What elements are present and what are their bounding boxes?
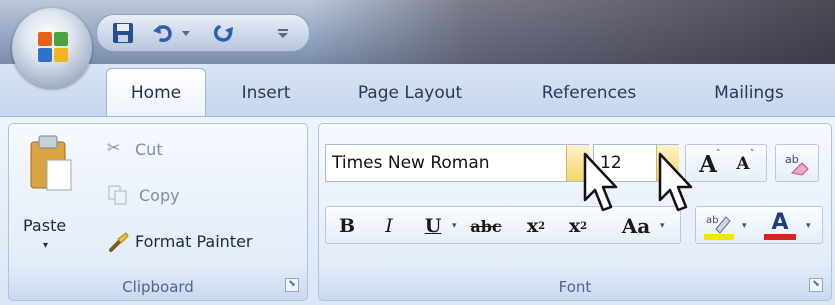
mouse-pointer-icon-2: [658, 152, 693, 212]
font-color-label: A: [771, 209, 789, 235]
ribbon-tab-row: Home Insert Page Layout References Maili…: [0, 64, 835, 117]
font-group: Times New Roman 12 A ˄ A ˅ ab B I U ▾ ab…: [318, 123, 832, 301]
subscript-button[interactable]: x2: [522, 211, 550, 241]
shrink-caret-icon: ˅: [750, 149, 755, 159]
bold-button[interactable]: B: [334, 211, 360, 241]
quick-access-toolbar: [96, 14, 310, 52]
tab-references[interactable]: References: [514, 76, 664, 110]
underline-dropdown-icon[interactable]: ▾: [452, 221, 457, 231]
paste-dropdown-icon[interactable]: ▾: [43, 240, 48, 251]
tab-page-layout[interactable]: Page Layout: [336, 76, 484, 110]
paste-icon: [30, 135, 72, 191]
redo-icon[interactable]: [209, 20, 237, 46]
strikethrough-button[interactable]: abc: [468, 211, 504, 241]
change-case-dropdown-icon[interactable]: ▾: [660, 221, 665, 231]
format-painter-label: Format Painter: [135, 232, 253, 251]
undo-icon[interactable]: [149, 20, 177, 46]
mouse-pointer-icon: [583, 152, 618, 212]
font-name-value: Times New Roman: [332, 153, 490, 173]
font-name-combo[interactable]: Times New Roman: [325, 144, 589, 182]
font-group-label: Font: [558, 278, 592, 296]
copy-button[interactable]: Copy: [107, 182, 227, 210]
office-logo-icon: [38, 32, 68, 62]
font-color-button[interactable]: A: [762, 210, 798, 241]
undo-dropdown-icon[interactable]: [179, 20, 193, 46]
tab-mailings[interactable]: Mailings: [690, 76, 808, 110]
italic-button[interactable]: I: [376, 211, 402, 241]
ribbon: Paste ▾ ✂ Cut Copy Format Painter Clipbo…: [0, 116, 835, 305]
highlighter-icon: ab: [704, 215, 734, 240]
font-dialog-launcher-icon[interactable]: ⬊: [809, 278, 823, 292]
format-painter-button[interactable]: Format Painter: [107, 228, 303, 258]
underline-button[interactable]: U: [420, 211, 446, 241]
cut-button[interactable]: ✂ Cut: [107, 136, 227, 164]
copy-icon: [108, 185, 127, 205]
subscript-label: x: [526, 215, 539, 237]
font-resize-bar: A ˄ A ˅: [685, 144, 767, 182]
font-color-swatch: [764, 234, 796, 240]
font-color-dropdown-icon[interactable]: ▾: [806, 221, 811, 231]
clipboard-group-label: Clipboard: [122, 278, 194, 296]
cut-label: Cut: [135, 140, 163, 159]
format-buttons-bar: B I U ▾ abc x2 x2 Aa ▾: [325, 206, 681, 244]
scissors-icon: ✂: [107, 138, 121, 157]
title-bar-shade: [310, 0, 835, 64]
paste-label: Paste: [23, 216, 67, 235]
svg-text:ab: ab: [706, 215, 718, 226]
highlight-dropdown-icon[interactable]: ▾: [742, 221, 747, 231]
svg-text:ab: ab: [785, 153, 799, 166]
paste-button[interactable]: Paste ▾: [21, 132, 81, 264]
grow-caret-icon: ˄: [716, 149, 721, 159]
tab-home[interactable]: Home: [106, 68, 206, 117]
office-button[interactable]: [12, 8, 92, 88]
change-case-button[interactable]: Aa: [616, 211, 656, 241]
highlight-button[interactable]: ab: [702, 211, 738, 241]
clear-formatting-button[interactable]: ab: [775, 144, 819, 182]
superscript-label: x: [568, 215, 581, 237]
copy-label: Copy: [139, 186, 180, 205]
clear-formatting-icon: ab: [785, 153, 809, 176]
clipboard-dialog-launcher-icon[interactable]: ⬊: [285, 278, 299, 292]
paintbrush-icon: [109, 232, 129, 252]
customize-toolbar-icon[interactable]: [273, 20, 293, 46]
save-icon[interactable]: [109, 20, 137, 46]
clipboard-group: Paste ▾ ✂ Cut Copy Format Painter Clipbo…: [8, 123, 308, 301]
tab-insert[interactable]: Insert: [222, 76, 310, 110]
color-buttons-bar: ab ▾ A ▾: [695, 206, 823, 244]
